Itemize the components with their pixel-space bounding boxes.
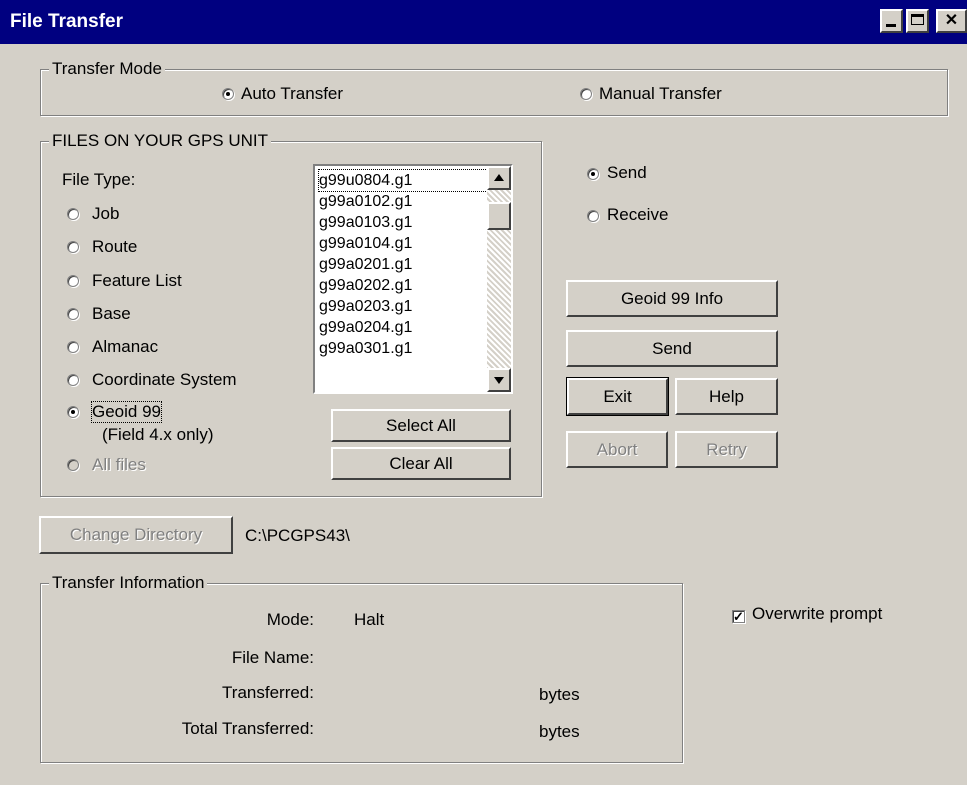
transfer-mode-group: Transfer Mode (40, 59, 948, 116)
send-button-label: Send (652, 338, 692, 358)
mode-value: Halt (354, 610, 385, 629)
manual-transfer-radio[interactable] (580, 88, 592, 100)
file-type-base-radio[interactable] (67, 308, 79, 320)
manual-transfer-label[interactable]: Manual Transfer (599, 84, 722, 104)
total-transferred-label: Total Transferred: (181, 719, 314, 738)
send-radio[interactable] (587, 168, 599, 180)
auto-transfer-label[interactable]: Auto Transfer (241, 84, 343, 104)
file-list: g99u0804.g1 g99a0102.g1 g99a0103.g1 g99a… (318, 169, 490, 359)
file-type-job-radio[interactable] (67, 208, 79, 220)
file-type-all-files-label[interactable]: All files (92, 455, 146, 475)
exit-button[interactable]: Exit (566, 377, 669, 416)
overwrite-checkbox[interactable]: ✓ (732, 610, 745, 623)
list-item[interactable]: g99a0204.g1 (319, 317, 489, 338)
file-type-coordinate-system-radio[interactable] (67, 374, 79, 386)
receive-radio[interactable] (587, 210, 599, 222)
auto-transfer-radio[interactable] (222, 88, 234, 100)
file-type-route-radio[interactable] (67, 241, 79, 253)
title-bar[interactable]: File Transfer ✕ (0, 0, 967, 44)
clear-all-button[interactable]: Clear All (331, 447, 511, 480)
abort-button[interactable]: Abort (566, 431, 668, 468)
list-item[interactable]: g99u0804.g1 (318, 169, 490, 192)
scroll-thumb[interactable] (487, 202, 511, 230)
file-type-all-files-radio[interactable] (67, 459, 79, 471)
checkmark-icon: ✓ (733, 609, 744, 624)
select-all-button[interactable]: Select All (331, 409, 511, 442)
help-button-label: Help (709, 386, 744, 406)
file-listbox[interactable]: g99u0804.g1 g99a0102.g1 g99a0103.g1 g99a… (313, 164, 513, 394)
change-directory-button[interactable]: Change Directory (39, 516, 233, 554)
file-type-almanac-label[interactable]: Almanac (92, 337, 158, 357)
transfer-mode-label: Transfer Mode (49, 59, 165, 79)
abort-button-label: Abort (596, 439, 638, 459)
geoid-info-label: Geoid 99 Info (620, 288, 724, 308)
help-button[interactable]: Help (675, 378, 778, 415)
close-icon: ✕ (944, 12, 959, 29)
file-type-job-label[interactable]: Job (92, 204, 119, 224)
file-type-geoid99-label[interactable]: Geoid 99 (91, 401, 162, 423)
maximize-button[interactable] (906, 9, 929, 33)
file-type-label: File Type: (62, 170, 136, 189)
transferred-label: Transferred: (222, 683, 314, 702)
file-name-label: File Name: (231, 648, 314, 667)
total-transferred-unit: bytes (539, 722, 580, 741)
list-item[interactable]: g99a0201.g1 (319, 254, 489, 275)
file-type-route-label[interactable]: Route (92, 237, 137, 257)
file-type-feature-list-radio[interactable] (67, 275, 79, 287)
file-type-almanac-radio[interactable] (67, 341, 79, 353)
list-item[interactable]: g99a0203.g1 (319, 296, 489, 317)
exit-button-label: Exit (603, 386, 632, 406)
geoid-info-button[interactable]: Geoid 99 Info (566, 280, 778, 317)
send-radio-label[interactable]: Send (607, 163, 647, 183)
file-type-coordinate-system-label[interactable]: Coordinate System (92, 370, 237, 390)
send-button[interactable]: Send (566, 330, 778, 367)
minimize-button[interactable] (880, 9, 903, 33)
list-item[interactable]: g99a0103.g1 (319, 212, 489, 233)
mode-label: Mode: (266, 610, 314, 629)
change-directory-label: Change Directory (69, 525, 203, 544)
window-title: File Transfer (10, 11, 123, 32)
list-item[interactable]: g99a0102.g1 (319, 191, 489, 212)
transfer-info-label: Transfer Information (49, 573, 208, 593)
file-type-base-label[interactable]: Base (92, 304, 131, 324)
scroll-up-icon[interactable] (487, 166, 511, 190)
file-transfer-window: File Transfer ✕ Transfer Mode Auto Trans… (0, 0, 967, 785)
transferred-unit: bytes (539, 685, 580, 704)
retry-button[interactable]: Retry (675, 431, 778, 468)
file-type-geoid99-radio[interactable] (67, 406, 79, 418)
receive-radio-label[interactable]: Receive (607, 205, 668, 225)
list-item[interactable]: g99a0202.g1 (319, 275, 489, 296)
close-button[interactable]: ✕ (936, 9, 967, 33)
overwrite-label[interactable]: Overwrite prompt (752, 604, 882, 624)
geoid-note: (Field 4.x only) (102, 425, 214, 444)
clear-all-label: Clear All (389, 453, 453, 473)
file-type-feature-list-label[interactable]: Feature List (92, 271, 182, 291)
select-all-label: Select All (386, 415, 456, 435)
scroll-down-icon[interactable] (487, 368, 511, 392)
files-group-label: FILES ON YOUR GPS UNIT (49, 131, 272, 151)
directory-path: C:\PCGPS43\ (245, 526, 350, 545)
list-item[interactable]: g99a0104.g1 (319, 233, 489, 254)
retry-button-label: Retry (706, 439, 747, 459)
list-item[interactable]: g99a0301.g1 (319, 338, 489, 359)
file-list-scrollbar[interactable] (487, 166, 511, 392)
